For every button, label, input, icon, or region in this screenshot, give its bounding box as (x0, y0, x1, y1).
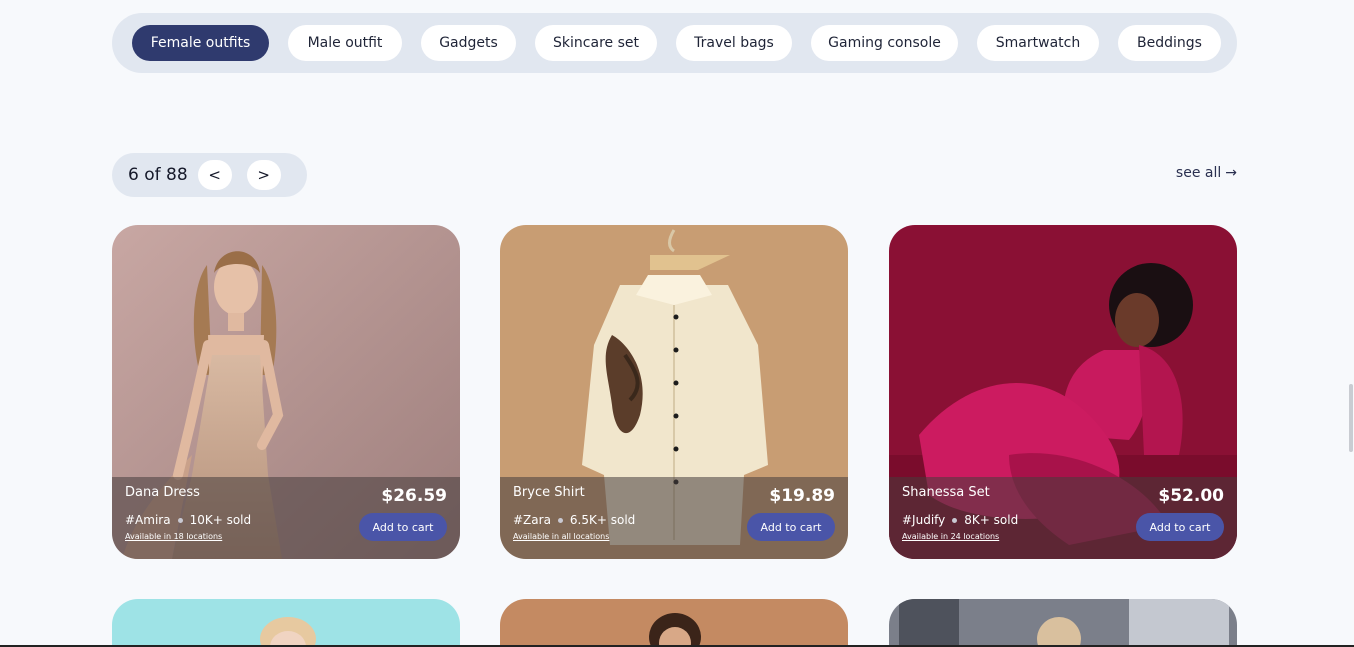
product-card[interactable]: Shanessa Set $52.00 #Judify 8K+ sold Ava… (889, 225, 1237, 559)
product-image (112, 599, 460, 647)
category-gadgets[interactable]: Gadgets (421, 25, 516, 61)
product-brand: #Amira (125, 513, 171, 527)
category-smartwatch[interactable]: Smartwatch (977, 25, 1099, 61)
product-card[interactable] (889, 599, 1237, 647)
category-beddings[interactable]: Beddings (1118, 25, 1221, 61)
separator-dot-icon (952, 517, 958, 523)
add-to-cart-button[interactable]: Add to cart (747, 513, 835, 541)
arrow-right-icon: → (1225, 165, 1237, 181)
pager-count: 6 of 88 (128, 165, 188, 185)
product-name: Bryce Shirt (513, 485, 585, 500)
product-name: Shanessa Set (902, 485, 990, 500)
product-price: $19.89 (769, 486, 835, 506)
add-to-cart-button[interactable]: Add to cart (1136, 513, 1224, 541)
see-all-label: see all (1175, 165, 1222, 181)
category-bar: Female outfits Male outfit Gadgets Skinc… (112, 13, 1237, 73)
product-card[interactable] (500, 599, 848, 647)
category-male-outfit[interactable]: Male outfit (288, 25, 402, 61)
category-female-outfits[interactable]: Female outfits (132, 25, 269, 61)
product-sold: 10K+ sold (189, 513, 252, 527)
add-to-cart-button[interactable]: Add to cart (359, 513, 447, 541)
product-brand: #Zara (513, 513, 551, 527)
product-meta: #Zara 6.5K+ sold (513, 513, 635, 527)
product-price: $52.00 (1158, 486, 1224, 506)
scrollbar-thumb[interactable] (1349, 384, 1353, 452)
prev-button[interactable]: < (197, 160, 232, 190)
category-travel-bags[interactable]: Travel bags (676, 25, 792, 61)
product-meta: #Amira 10K+ sold (125, 513, 251, 527)
product-price: $26.59 (381, 486, 447, 506)
availability-link[interactable]: Available in all locations (513, 532, 609, 541)
product-brand: #Judify (902, 513, 946, 527)
product-card[interactable]: Dana Dress $26.59 #Amira 10K+ sold Avail… (112, 225, 460, 559)
next-button[interactable]: > (246, 160, 281, 190)
product-card[interactable]: Bryce Shirt $19.89 #Zara 6.5K+ sold Avai… (500, 225, 848, 559)
category-skincare-set[interactable]: Skincare set (535, 25, 657, 61)
product-image (500, 599, 848, 647)
availability-link[interactable]: Available in 24 locations (902, 532, 999, 541)
see-all-link[interactable]: see all → (1176, 165, 1237, 181)
separator-dot-icon (557, 517, 563, 523)
product-name: Dana Dress (125, 485, 200, 500)
product-sold: 6.5K+ sold (569, 513, 636, 527)
pager: 6 of 88 < > (112, 153, 307, 197)
category-gaming-console[interactable]: Gaming console (811, 25, 958, 61)
product-image (889, 599, 1237, 647)
availability-link[interactable]: Available in 18 locations (125, 532, 222, 541)
product-card[interactable] (112, 599, 460, 647)
separator-dot-icon (177, 517, 183, 523)
product-meta: #Judify 8K+ sold (902, 513, 1018, 527)
product-sold: 8K+ sold (964, 513, 1019, 527)
